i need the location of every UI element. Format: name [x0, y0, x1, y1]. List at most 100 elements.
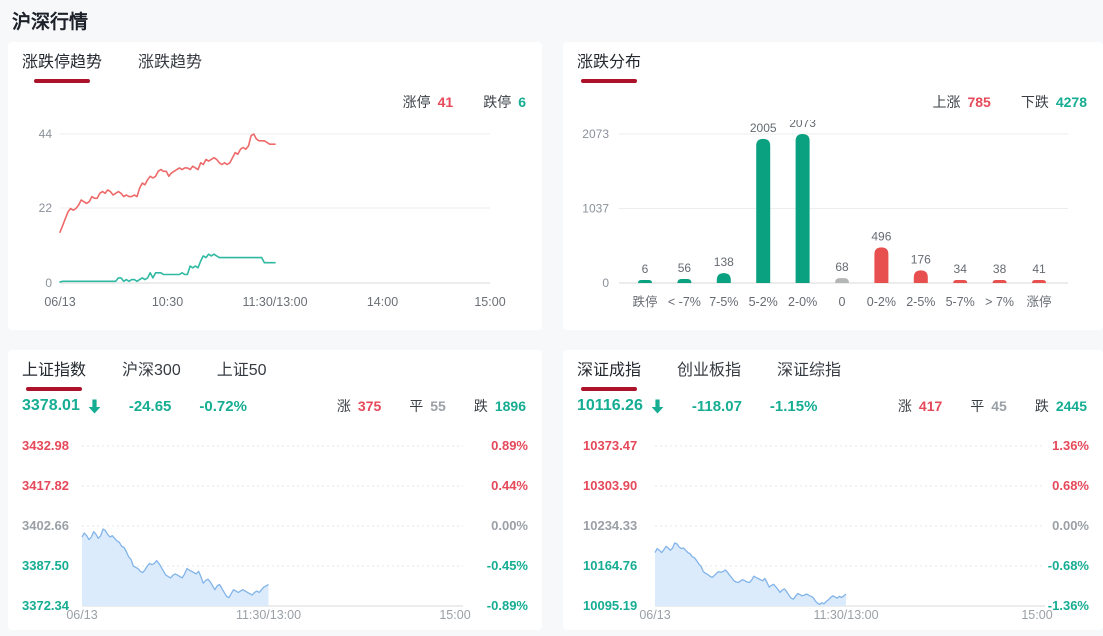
panel-limit-trend: 涨跌停趋势 涨跌趋势 涨停 41 跌停 6 44 22 0 06/13 10:30 11:30…: [8, 42, 542, 330]
szse-change-pct: -1.15%: [769, 397, 818, 415]
advancers-label: 上涨: [932, 94, 961, 110]
decliners-stat: 下跌 4278: [1021, 92, 1087, 112]
svg-text:3417.82: 3417.82: [22, 478, 69, 493]
panel-sse-index: 上证指数 沪深300 上证50 3378.01 -24.65 -0.72% 涨3…: [8, 350, 542, 630]
svg-text:-0.68%: -0.68%: [1048, 558, 1090, 573]
svg-text:-0.45%: -0.45%: [487, 558, 529, 573]
svg-text:41: 41: [1032, 262, 1046, 276]
sse-flat-label: 平: [409, 398, 424, 414]
svg-text:-1.36%: -1.36%: [1048, 598, 1090, 613]
sse-down-stat: 跌 1896: [474, 396, 526, 416]
tab-sse50[interactable]: 上证50: [217, 360, 267, 391]
limit-down-value: 6: [518, 94, 526, 110]
tab-label: 涨跌分布: [577, 54, 642, 71]
svg-text:15:00: 15:00: [1021, 608, 1052, 622]
svg-text:2005: 2005: [750, 121, 777, 135]
distribution-bar-chart: 2073 1037 0 6 跌停 56 < -7% 138 7-5% 2005 5-2% 2073 2-…: [582, 120, 1068, 309]
svg-text:56: 56: [678, 261, 692, 275]
svg-text:10164.76: 10164.76: [583, 558, 637, 573]
tab-label: 创业板指: [677, 362, 742, 379]
szse-flat-value: 45: [991, 398, 1007, 414]
limit-up-stat: 涨停 41: [403, 92, 454, 112]
svg-text:10373.47: 10373.47: [583, 438, 637, 453]
tab-sse-composite[interactable]: 上证指数: [22, 360, 86, 391]
advancers-value: 785: [967, 94, 991, 110]
sse-change-pct: -0.72%: [199, 397, 247, 415]
sse-flat-value: 55: [430, 398, 446, 414]
svg-text:0.00%: 0.00%: [491, 518, 528, 533]
svg-text:1037: 1037: [582, 202, 609, 216]
svg-text:11:30/13:00: 11:30/13:00: [242, 295, 307, 309]
szse-down-label: 跌: [1034, 398, 1049, 414]
svg-text:0: 0: [45, 276, 52, 290]
decliners-value: 4278: [1055, 94, 1087, 110]
szse-change: -118.07: [691, 397, 742, 415]
active-tab-indicator: [26, 387, 82, 391]
svg-text:14:00: 14:00: [367, 295, 398, 309]
svg-text:0.00%: 0.00%: [1052, 518, 1089, 533]
svg-text:10234.33: 10234.33: [583, 518, 637, 533]
advancers-stat: 上涨 785: [932, 92, 990, 112]
svg-text:15:00: 15:00: [474, 295, 505, 309]
active-tab-indicator: [581, 387, 637, 391]
szse-intraday-area-chart: 10373.47 1.36% 10303.90 0.68% 10234.33 0.00% 1…: [583, 438, 1090, 622]
svg-text:15:00: 15:00: [439, 608, 470, 622]
szse-tabs: 深证成指 创业板指 深证综指: [577, 360, 841, 391]
svg-text:11:30/13:00: 11:30/13:00: [813, 608, 878, 622]
svg-text:< -7%: < -7%: [668, 295, 701, 309]
szse-breadth-stats: 涨 417 平 45 跌 2445: [898, 396, 1087, 416]
svg-text:38: 38: [993, 262, 1007, 276]
svg-text:11:30/13:00: 11:30/13:00: [236, 608, 301, 622]
sse-up-label: 涨: [336, 398, 351, 414]
tab-label: 深证成指: [577, 362, 642, 379]
active-tab-indicator: [34, 79, 90, 83]
svg-text:68: 68: [835, 260, 849, 274]
limit-trend-tabs: 涨跌停趋势 涨跌趋势: [22, 52, 202, 83]
tab-updown-trend[interactable]: 涨跌趋势: [138, 52, 202, 83]
tab-label: 上证50: [216, 362, 267, 379]
szse-up-value: 417: [918, 398, 943, 414]
tab-szse-component[interactable]: 深证成指: [577, 360, 641, 391]
svg-text:0-2%: 0-2%: [867, 295, 896, 309]
svg-text:176: 176: [911, 252, 931, 266]
active-tab-indicator: [581, 79, 637, 83]
svg-text:-0.89%: -0.89%: [487, 598, 529, 613]
sse-flat-stat: 平 55: [409, 396, 446, 416]
svg-text:06/13: 06/13: [44, 295, 75, 309]
szse-down-stat: 跌 2445: [1035, 396, 1087, 416]
svg-text:34: 34: [954, 262, 968, 276]
tab-limit-updown-trend[interactable]: 涨跌停趋势: [22, 52, 102, 83]
svg-text:涨停: 涨停: [1026, 294, 1051, 309]
szse-up-label: 涨: [897, 398, 912, 414]
sse-up-stat: 涨 375: [337, 396, 381, 416]
tab-chinext[interactable]: 创业板指: [677, 360, 741, 391]
svg-text:3387.50: 3387.50: [22, 558, 69, 573]
decliners-label: 下跌: [1020, 94, 1049, 110]
limit-trend-line-chart: 44 22 0 06/13 10:30 11:30/13:00 14:00 15:00: [39, 127, 506, 309]
svg-text:2-5%: 2-5%: [906, 295, 935, 309]
limit-up-value: 41: [437, 94, 454, 110]
tab-label: 涨跌趋势: [138, 54, 203, 71]
svg-text:2073: 2073: [789, 120, 816, 130]
tab-szse-composite[interactable]: 深证综指: [777, 360, 841, 391]
sse-change: -24.65: [128, 397, 172, 415]
svg-text:3432.98: 3432.98: [22, 438, 69, 453]
svg-text:22: 22: [39, 201, 53, 215]
svg-text:3372.34: 3372.34: [22, 598, 70, 613]
svg-text:跌停: 跌停: [632, 294, 657, 309]
sse-breadth-stats: 涨 375 平 55 跌 1896: [337, 396, 526, 416]
market-dashboard: 沪深行情 涨跌停趋势 涨跌趋势 涨停 41 跌停 6 44 22 0 06/13 10:30…: [0, 0, 1103, 636]
svg-text:7-5%: 7-5%: [709, 295, 738, 309]
sse-quote-row: 3378.01 -24.65 -0.72% 涨 375 平 55 跌 1896: [22, 396, 526, 416]
tab-distribution[interactable]: 涨跌分布: [577, 52, 641, 83]
svg-text:10303.90: 10303.90: [583, 478, 637, 493]
limit-down-label: 跌停: [483, 94, 512, 110]
distribution-stats: 上涨 785 下跌 4278: [932, 92, 1087, 112]
svg-text:0: 0: [839, 295, 846, 309]
tab-csi300[interactable]: 沪深300: [122, 360, 181, 391]
down-arrow-icon: [88, 399, 101, 414]
page-title: 沪深行情: [12, 12, 89, 33]
szse-down-value: 2445: [1055, 398, 1087, 414]
tab-label: 涨跌停趋势: [22, 54, 103, 71]
szse-quote-row: 10116.26 -118.07 -1.15% 涨 417 平 45 跌 2445: [577, 396, 1087, 416]
